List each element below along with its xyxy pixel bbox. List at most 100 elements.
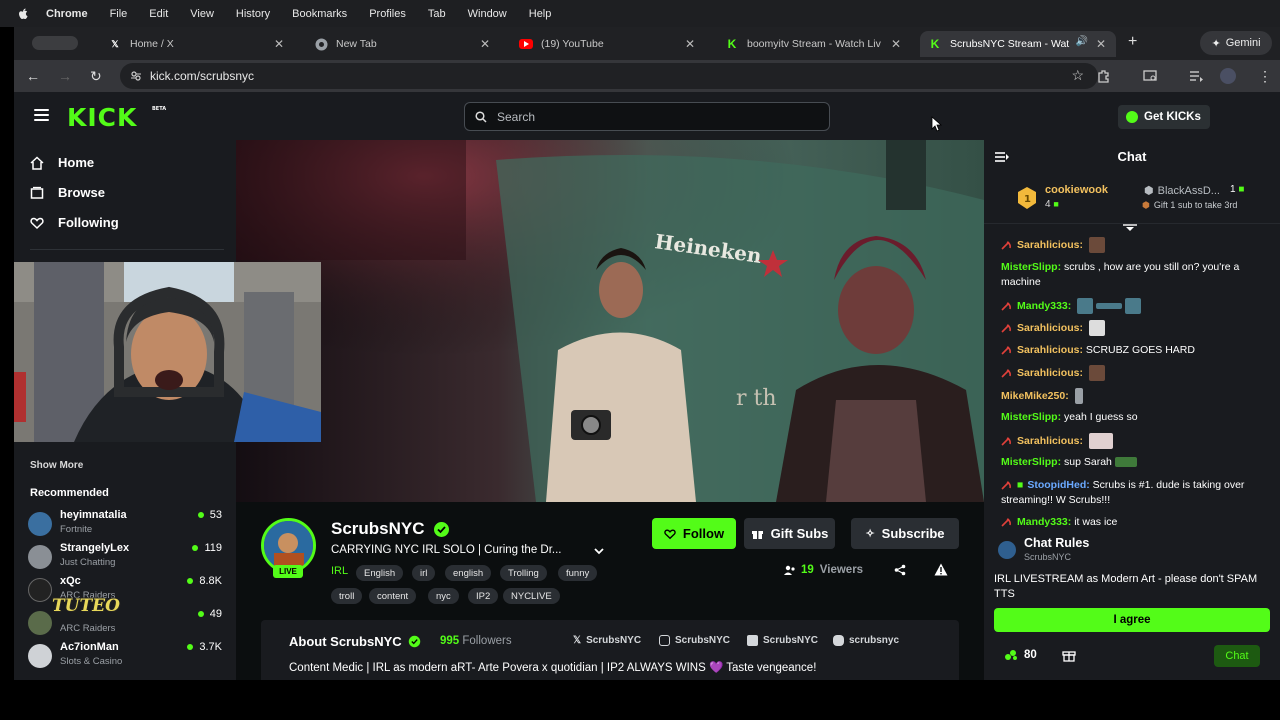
leaderboard-first-name[interactable]: cookiewook	[1045, 184, 1108, 196]
chat-username[interactable]: Sarahlicious:	[1017, 367, 1083, 379]
reload-icon[interactable]: ↻	[90, 68, 102, 85]
channel-name[interactable]: ScrubsNYC	[331, 519, 450, 539]
site-info-icon[interactable]	[130, 70, 142, 82]
address-bar[interactable]: kick.com/scrubsnyc ☆	[120, 63, 1098, 89]
profile-avatar[interactable]	[1220, 68, 1236, 84]
chat-send-button[interactable]: Chat	[1214, 645, 1260, 667]
tab-youtube[interactable]: (19) YouTube ✕	[511, 31, 705, 57]
recommended-channel[interactable]: heyimnatalia Fortnite 53	[28, 509, 224, 539]
chat-username[interactable]: Sarahlicious:	[1017, 239, 1083, 251]
menu-history[interactable]: History	[236, 8, 270, 20]
avatar	[28, 578, 52, 602]
forward-arrow-icon[interactable]: →	[58, 68, 72, 84]
chat-text: SCRUBZ GOES HARD	[1085, 344, 1195, 356]
media-controls-icon[interactable]	[1188, 68, 1204, 84]
menu-profiles[interactable]: Profiles	[369, 8, 406, 20]
new-tab-plus-icon[interactable]: +	[1128, 33, 1137, 51]
chat-username[interactable]: Sarahlicious:	[1017, 322, 1083, 334]
report-warning-icon[interactable]	[934, 563, 948, 576]
close-icon[interactable]: ✕	[480, 37, 490, 51]
close-icon[interactable]: ✕	[1096, 37, 1106, 51]
extensions-icon[interactable]	[1096, 68, 1112, 84]
more-menu-icon[interactable]: ⋮	[1258, 68, 1272, 85]
video-player[interactable]: Heineken r th	[236, 140, 984, 502]
tag-chip[interactable]: Trolling	[500, 565, 547, 581]
share-icon[interactable]	[894, 564, 906, 576]
sidebar-item-browse[interactable]: Browse	[30, 185, 105, 200]
gift-count: 1	[1230, 184, 1236, 195]
tag-chip[interactable]: English	[356, 565, 404, 581]
social-link-instagram[interactable]: ScrubsNYC	[659, 635, 730, 646]
back-arrow-icon[interactable]: ←	[26, 68, 40, 84]
chat-username[interactable]: Sarahlicious:	[1017, 344, 1083, 356]
category-link[interactable]: IRL	[331, 565, 348, 577]
menu-edit[interactable]: Edit	[149, 8, 168, 20]
menu-chrome[interactable]: Chrome	[46, 8, 88, 20]
recommended-channel[interactable]: StrangelyLex Just Chatting 119	[28, 542, 224, 572]
hamburger-menu-icon[interactable]	[34, 109, 49, 121]
menu-window[interactable]: Window	[468, 8, 507, 20]
chat-username[interactable]: MikeMike250:	[1001, 390, 1069, 402]
leaderboard-second-name[interactable]: ⬢ BlackAssD...	[1144, 184, 1220, 197]
chevron-down-icon[interactable]	[593, 546, 605, 556]
chat-username[interactable]: Sarahlicious:	[1017, 435, 1083, 447]
show-more-link[interactable]: Show More	[30, 460, 83, 471]
gemini-button[interactable]: ✦ Gemini	[1200, 31, 1272, 55]
tag-chip[interactable]: NYCLIVE	[503, 588, 560, 604]
follow-button[interactable]: Follow	[652, 518, 736, 549]
social-link-x[interactable]: 𝕏 ScrubsNYC	[573, 635, 641, 646]
apple-icon[interactable]	[16, 7, 30, 21]
agree-button[interactable]: I agree	[994, 608, 1270, 632]
viewer-count-value: 119	[204, 542, 222, 554]
social-link-discord[interactable]: scrubsnyc	[833, 635, 899, 646]
hammer-sickle-badge-icon	[1001, 368, 1011, 378]
chat-username[interactable]: StoopidHed:	[1027, 479, 1089, 491]
tag-chip[interactable]: nyc	[428, 588, 459, 604]
tab-scrubsnyc[interactable]: K ScrubsNYC Stream - Wat 🔊 ✕	[920, 31, 1116, 57]
chat-username[interactable]: MisterSlipp:	[1001, 411, 1061, 423]
tag-chip[interactable]: funny	[558, 565, 598, 581]
menu-tab[interactable]: Tab	[428, 8, 446, 20]
sidebar-item-following[interactable]: Following	[30, 215, 119, 230]
get-kicks-button[interactable]: Get KICKs	[1118, 105, 1210, 129]
chat-message: Sarahlicious: SCRUBZ GOES HARD	[1001, 343, 1271, 358]
gift-subs-button[interactable]: Gift Subs	[744, 518, 835, 549]
cast-icon[interactable]	[1142, 68, 1158, 84]
recommended-channel[interactable]: Ac7ionMan Slots & Casino 3.7K	[28, 641, 224, 671]
menu-file[interactable]: File	[110, 8, 128, 20]
chat-rules-subtitle: ScrubsNYC	[1024, 552, 1072, 562]
tag-chip[interactable]: IP2	[468, 588, 499, 604]
chat-username[interactable]: MisterSlipp:	[1001, 261, 1061, 273]
close-icon[interactable]: ✕	[891, 37, 901, 51]
tab-boomyitv[interactable]: K boomyitv Stream - Watch Liv ✕	[717, 31, 911, 57]
sparkle-icon: ✧	[865, 528, 875, 540]
kick-logo-text: KICK	[67, 103, 138, 132]
tag-chip[interactable]: irl	[412, 565, 436, 581]
kick-logo[interactable]: KICK BETA	[67, 103, 166, 132]
chat-username[interactable]: Mandy333:	[1017, 516, 1071, 528]
channel-points[interactable]: 80	[1004, 649, 1037, 661]
chat-username[interactable]: MisterSlipp:	[1001, 456, 1061, 468]
bookmark-star-icon[interactable]: ☆	[1071, 67, 1084, 84]
menu-bookmarks[interactable]: Bookmarks	[292, 8, 347, 20]
tab-new-tab[interactable]: New Tab ✕	[306, 31, 500, 57]
chat-text: it was ice	[1074, 516, 1118, 528]
chat-message: Sarahlicious:	[1001, 365, 1271, 381]
tab-group-pill[interactable]	[32, 36, 78, 50]
menu-help[interactable]: Help	[529, 8, 552, 20]
close-icon[interactable]: ✕	[685, 37, 695, 51]
tag-chip[interactable]: english	[445, 565, 492, 581]
tab-x[interactable]: 𝕏 Home / X ✕	[100, 31, 294, 57]
speaker-icon[interactable]: 🔊	[1076, 36, 1088, 47]
gift-prompt[interactable]: ⬢ Gift 1 sub to take 3rd	[1142, 200, 1237, 211]
tag-chip[interactable]: content	[369, 588, 417, 604]
tag-chip[interactable]: troll	[331, 588, 363, 604]
subscribe-button[interactable]: ✧ Subscribe	[851, 518, 959, 549]
menu-view[interactable]: View	[190, 8, 214, 20]
close-icon[interactable]: ✕	[274, 37, 284, 51]
gift-icon[interactable]	[1062, 648, 1076, 662]
sidebar-item-home[interactable]: Home	[30, 155, 94, 170]
social-link-youtube[interactable]: ScrubsNYC	[747, 635, 818, 646]
chat-username[interactable]: Mandy333:	[1017, 300, 1071, 312]
search-input[interactable]: Search	[464, 102, 830, 131]
